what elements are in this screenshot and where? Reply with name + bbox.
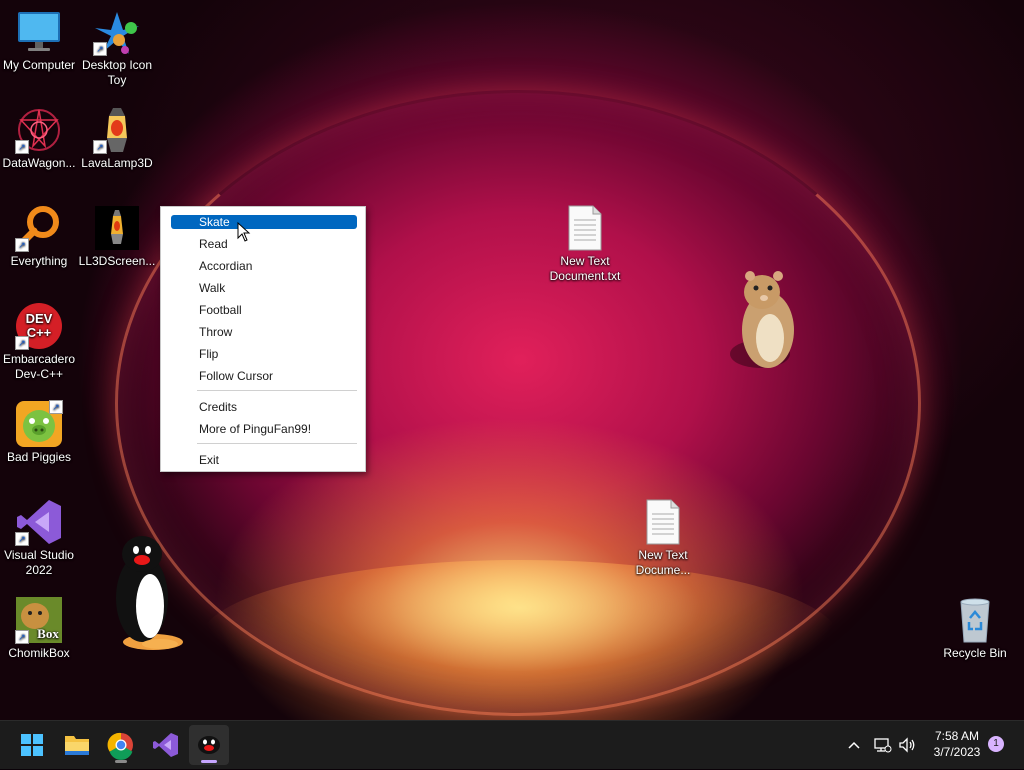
menu-item-credits[interactable]: Credits (171, 400, 357, 414)
menu-item-football[interactable]: Football (171, 303, 357, 317)
icon-label: New Text Document.txt (549, 254, 621, 283)
desktop-icon-datawagon[interactable]: ↗ DataWagon... (0, 106, 78, 171)
dev-cpp-icon: DEV C++ ↗ (15, 302, 63, 350)
running-indicator (201, 760, 217, 763)
desktop-icon-new-text-document[interactable]: New Text Document.txt (545, 204, 625, 284)
desktop-icon-recycle-bin[interactable]: Recycle Bin (936, 596, 1014, 661)
menu-separator (197, 390, 357, 391)
shortcut-arrow-icon: ↗ (93, 140, 107, 154)
desktop-icon-my-computer[interactable]: My Computer (0, 8, 78, 73)
recycle-bin-icon (951, 596, 999, 644)
clock-time[interactable]: 7:58 AM (924, 729, 990, 744)
desktop-icon-dev-cpp[interactable]: DEV C++ ↗ Embarcadero Dev-C++ (0, 302, 78, 382)
icon-label: My Computer (2, 58, 76, 72)
desktop-icon-new-text-document-2[interactable]: New Text Docume... (623, 498, 703, 578)
folder-icon (65, 736, 89, 755)
icon-label: Embarcadero Dev-C++ (2, 352, 76, 381)
magnifier-icon: ↗ (15, 204, 63, 252)
menu-item-flip[interactable]: Flip (171, 347, 357, 361)
running-indicator (115, 760, 127, 763)
desktop-icon-desktop-icon-toy[interactable]: ↗ Desktop Icon Toy (78, 8, 156, 88)
clock-date[interactable]: 3/7/2023 (924, 745, 990, 760)
menu-item-more-of-pingufan99[interactable]: More of PinguFan99! (171, 422, 357, 436)
shortcut-arrow-icon: ↗ (49, 400, 63, 414)
desktop-icon-bad-piggies[interactable]: ↗ Bad Piggies (0, 400, 78, 465)
notification-badge[interactable]: 1 (988, 736, 1004, 752)
icon-label: LL3DScreen... (78, 254, 156, 268)
shortcut-arrow-icon: ↗ (15, 336, 29, 350)
chrome-taskbar-button[interactable] (101, 725, 141, 765)
visual-studio-icon (153, 733, 178, 757)
network-icon[interactable] (872, 735, 892, 755)
text-document-icon (639, 498, 687, 546)
desktop-icon-chomikbox[interactable]: Box ↗ ChomikBox (0, 596, 78, 661)
desktop-icon-ll3dscreensaver[interactable]: LL3DScreen... (78, 204, 156, 269)
datawagon-icon: ↗ (15, 106, 63, 154)
icon-label: Visual Studio 2022 (4, 548, 74, 577)
svg-text:Box: Box (37, 626, 59, 641)
context-menu: Skate Read Accordian Walk Football Throw… (160, 206, 366, 472)
menu-item-exit[interactable]: Exit (171, 453, 357, 467)
desktop-icon-visual-studio[interactable]: ↗ Visual Studio 2022 (0, 498, 78, 578)
desktop-icon-toy-icon: ↗ (93, 8, 141, 56)
icon-label: LavaLamp3D (81, 156, 153, 170)
menu-item-read[interactable]: Read (171, 237, 357, 251)
svg-text:DEV: DEV (26, 311, 53, 326)
menu-item-skate[interactable]: Skate (171, 215, 357, 229)
shortcut-arrow-icon: ↗ (93, 42, 107, 56)
menu-item-follow-cursor[interactable]: Follow Cursor (171, 369, 357, 383)
volume-icon[interactable] (897, 735, 917, 755)
start-button[interactable] (12, 725, 52, 765)
icon-label: ChomikBox (8, 646, 70, 660)
lava-lamp-icon: ↗ (93, 106, 141, 154)
icon-label: Bad Piggies (6, 450, 72, 464)
chomikbox-icon: Box ↗ (15, 596, 63, 644)
svg-text:C++: C++ (27, 325, 52, 340)
shortcut-arrow-icon: ↗ (15, 140, 29, 154)
visual-studio-taskbar-button[interactable] (145, 725, 185, 765)
bad-piggies-icon: ↗ (15, 400, 63, 448)
hamster-pet[interactable] (720, 268, 810, 374)
chrome-icon (107, 732, 133, 760)
desktop-icon-everything[interactable]: ↗ Everything (0, 204, 78, 269)
icon-label: Desktop Icon Toy (81, 58, 153, 87)
shortcut-arrow-icon: ↗ (15, 630, 29, 644)
menu-item-accordian[interactable]: Accordian (171, 259, 357, 273)
monitor-icon (15, 8, 63, 56)
icon-label: Everything (10, 254, 68, 268)
desktop-icon-lavalamp3d[interactable]: ↗ LavaLamp3D (78, 106, 156, 171)
icon-label: DataWagon... (2, 156, 76, 170)
lava-lamp-screensaver-icon (93, 204, 141, 252)
menu-item-walk[interactable]: Walk (171, 281, 357, 295)
show-hidden-icons-chevron-icon[interactable] (844, 735, 864, 755)
shortcut-arrow-icon: ↗ (15, 238, 29, 252)
pingu-taskbar-button[interactable] (189, 725, 229, 765)
icon-label: Recycle Bin (943, 646, 1007, 660)
taskbar: 7:58 AM 3/7/2023 (0, 720, 1024, 769)
menu-item-throw[interactable]: Throw (171, 325, 357, 339)
mouse-cursor-icon (237, 221, 251, 247)
pingu-icon (198, 736, 220, 754)
visual-studio-icon: ↗ (15, 498, 63, 546)
windows-logo-icon (21, 734, 43, 756)
file-explorer-taskbar-button[interactable] (57, 725, 97, 765)
icon-label: New Text Docume... (635, 548, 691, 577)
menu-separator (197, 443, 357, 444)
pingu-penguin-pet[interactable] (108, 532, 188, 658)
shortcut-arrow-icon: ↗ (15, 532, 29, 546)
text-document-icon (561, 204, 609, 252)
